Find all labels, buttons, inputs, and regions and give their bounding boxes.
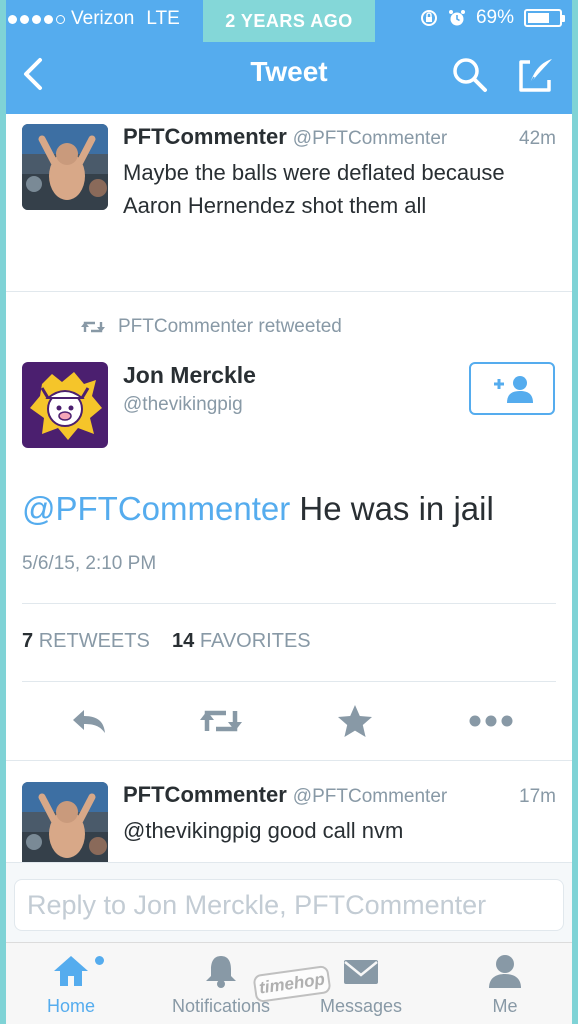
tab-label: Me bbox=[492, 996, 518, 1016]
divider bbox=[6, 291, 572, 292]
author-handle[interactable]: @thevikingpig bbox=[123, 394, 243, 416]
carrier-name: Verizon bbox=[71, 8, 135, 29]
status-right: 69% bbox=[420, 7, 565, 29]
carrier-info: Verizon LTE bbox=[8, 8, 180, 30]
previous-tweet[interactable]: PFTCommenter @PFTCommenter 42m Maybe the … bbox=[6, 114, 572, 292]
mention-link[interactable]: @PFTCommenter bbox=[22, 490, 290, 527]
tweet-time: 17m bbox=[519, 786, 556, 807]
reply-tweet[interactable]: PFTCommenter @PFTCommenter 17m @theviking… bbox=[6, 760, 572, 868]
tab-home[interactable]: Home bbox=[6, 943, 136, 1024]
avatar[interactable] bbox=[22, 362, 108, 448]
app-screen: Verizon LTE 2 YEARS AGO 69% Tweet PFTCom… bbox=[6, 0, 572, 1024]
retweet-context[interactable]: PFTCommenter retweeted bbox=[80, 316, 342, 338]
battery-percent: 69% bbox=[475, 7, 514, 28]
favorite-button[interactable] bbox=[332, 698, 378, 744]
reply-input[interactable] bbox=[14, 879, 564, 931]
more-icon bbox=[469, 715, 513, 727]
favorites-stat[interactable]: 14 FAVORITES bbox=[172, 630, 311, 652]
envelope-icon bbox=[344, 960, 378, 984]
tab-label: Home bbox=[46, 996, 95, 1016]
status-bar: Verizon LTE 2 YEARS AGO 69% bbox=[6, 0, 572, 42]
time-badge: 2 YEARS AGO bbox=[203, 0, 375, 42]
retweet-button[interactable] bbox=[198, 698, 244, 744]
retweet-icon bbox=[81, 321, 105, 333]
search-icon[interactable] bbox=[451, 56, 489, 94]
author-name[interactable]: PFTCommenter @PFTCommenter bbox=[123, 124, 447, 150]
tweet-time: 42m bbox=[519, 128, 556, 149]
author-handle: @PFTCommenter bbox=[292, 786, 448, 807]
retweet-icon bbox=[200, 710, 242, 732]
battery-icon bbox=[524, 9, 565, 27]
bell-icon bbox=[206, 956, 236, 988]
star-icon bbox=[338, 705, 372, 737]
favorites-label: FAVORITES bbox=[199, 630, 311, 652]
reply-button[interactable] bbox=[66, 698, 112, 744]
more-button[interactable] bbox=[466, 698, 516, 744]
top-bar: Verizon LTE 2 YEARS AGO 69% Tweet bbox=[6, 0, 572, 114]
divider bbox=[22, 603, 556, 604]
rotation-lock-icon bbox=[420, 10, 437, 26]
tab-label: Messages bbox=[319, 996, 403, 1016]
tweet-text: Maybe the balls were deflated because Aa… bbox=[123, 160, 505, 218]
home-icon bbox=[54, 956, 88, 986]
retweeted-by: PFTCommenter retweeted bbox=[118, 316, 342, 337]
tweet-actions bbox=[6, 698, 572, 748]
author-name[interactable]: Jon Merckle bbox=[123, 362, 256, 389]
reply-bar bbox=[6, 862, 572, 942]
avatar[interactable] bbox=[22, 124, 108, 210]
compose-icon[interactable] bbox=[516, 56, 556, 94]
person-icon bbox=[489, 955, 521, 988]
alarm-icon bbox=[448, 10, 465, 26]
tweet-text: @PFTCommenter He was in jail bbox=[22, 490, 494, 528]
follow-button[interactable] bbox=[469, 362, 555, 415]
divider bbox=[22, 681, 556, 682]
avatar[interactable] bbox=[22, 782, 108, 868]
battery-level bbox=[528, 13, 549, 23]
add-user-icon bbox=[494, 375, 533, 403]
author-name[interactable]: PFTCommenter @PFTCommenter bbox=[123, 782, 447, 808]
signal-icon bbox=[8, 14, 65, 24]
tweet-text: @thevikingpig good call nvm bbox=[123, 818, 404, 843]
author-handle: @PFTCommenter bbox=[292, 128, 448, 149]
new-content-dot bbox=[95, 956, 104, 965]
tweet-timestamp: 5/6/15, 2:10 PM bbox=[22, 553, 157, 574]
tweet-stats: 7 RETWEETS 14 FAVORITES bbox=[22, 630, 311, 653]
tweet-body: He was in jail bbox=[290, 490, 494, 527]
tab-me[interactable]: Me bbox=[440, 943, 570, 1024]
retweets-label: RETWEETS bbox=[38, 630, 150, 652]
favorites-count: 14 bbox=[172, 630, 195, 652]
retweets-count: 7 bbox=[22, 630, 34, 652]
retweets-stat[interactable]: 7 RETWEETS bbox=[22, 630, 150, 652]
reply-icon bbox=[73, 710, 105, 733]
network-type: LTE bbox=[146, 8, 180, 29]
